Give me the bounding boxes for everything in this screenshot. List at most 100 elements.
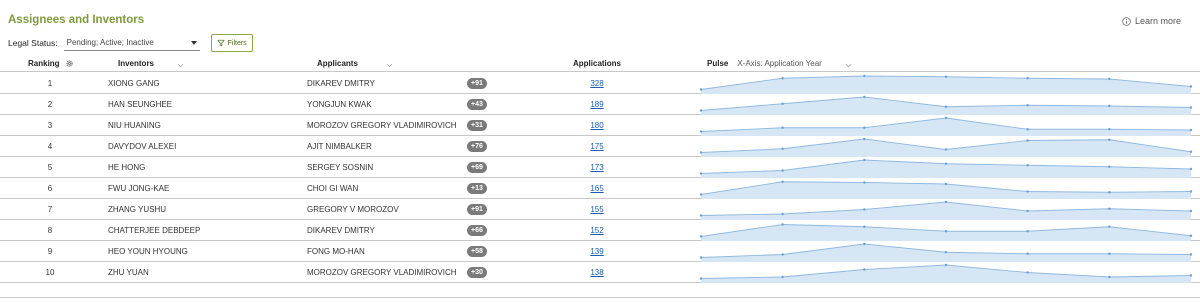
pulse-point bbox=[781, 212, 784, 216]
pulse-sparkline bbox=[698, 116, 1194, 136]
applicant-cell: FONG MO-HAN bbox=[307, 247, 365, 256]
column-ranking[interactable]: Ranking bbox=[28, 59, 74, 68]
pulse-point bbox=[781, 223, 784, 226]
inventor-cell: DAVYDOV ALEXEI bbox=[108, 142, 177, 151]
applicant-count-badge[interactable]: +69 bbox=[467, 162, 487, 173]
pulse-area bbox=[701, 224, 1191, 241]
table-row: 2 HAN SEUNGHEE YONGJUN KWAK +43 189 bbox=[0, 94, 1200, 115]
applicant-count-badge[interactable]: +13 bbox=[467, 183, 487, 194]
pulse-point bbox=[699, 277, 703, 280]
inventor-cell: FWU JONG-KAE bbox=[108, 184, 170, 193]
section-title: Assignees and Inventors bbox=[8, 14, 145, 26]
pulse-sparkline bbox=[698, 95, 1194, 115]
applicant-count-badge[interactable]: +91 bbox=[467, 204, 487, 215]
applications-link[interactable]: 139 bbox=[577, 247, 617, 256]
pulse-point bbox=[1026, 139, 1029, 142]
inventor-cell: HEO YOUN HYOUNG bbox=[108, 247, 188, 256]
applications-link[interactable]: 173 bbox=[577, 163, 617, 172]
pulse-point bbox=[863, 181, 866, 184]
table-row: 3 NIU HUANING MOROZOV GREGORY VLADIMIROV… bbox=[0, 115, 1200, 136]
pulse-sparkline bbox=[698, 221, 1194, 241]
pulse-point bbox=[863, 126, 866, 129]
info-icon bbox=[1122, 16, 1131, 26]
applicant-count-badge[interactable]: +43 bbox=[467, 99, 487, 110]
pulse-point bbox=[944, 251, 948, 254]
pulse-point bbox=[863, 242, 866, 246]
pulse-point bbox=[863, 95, 866, 99]
pulse-point bbox=[1026, 271, 1029, 274]
applications-link[interactable]: 138 bbox=[577, 268, 617, 277]
applicant-count-badge[interactable]: +30 bbox=[467, 267, 487, 278]
table-row: 6 FWU JONG-KAE CHOI GI WAN +13 165 bbox=[0, 178, 1200, 199]
pulse-svg bbox=[699, 74, 1193, 94]
gear-icon[interactable] bbox=[65, 59, 74, 68]
rank-cell: 3 bbox=[47, 121, 53, 130]
pulse-point bbox=[1026, 252, 1029, 255]
pulse-svg bbox=[699, 223, 1193, 241]
pulse-area bbox=[701, 139, 1191, 157]
pulse-point bbox=[1026, 104, 1029, 107]
applications-link[interactable]: 189 bbox=[577, 100, 617, 109]
applications-link[interactable]: 175 bbox=[577, 142, 617, 151]
inventor-cell: CHATTERJEE DEBDEEP bbox=[108, 226, 201, 235]
pulse-svg bbox=[699, 263, 1193, 283]
legal-status-select[interactable]: Pending; Active; Inactive bbox=[63, 35, 200, 51]
applications-link[interactable]: 152 bbox=[577, 226, 617, 235]
pulse-svg bbox=[699, 95, 1193, 115]
filters-button[interactable]: Filters bbox=[210, 34, 253, 52]
applicant-count-badge[interactable]: +58 bbox=[467, 246, 487, 257]
column-pulse[interactable]: Pulse X-Axis: Application Year bbox=[707, 59, 852, 68]
pulse-svg bbox=[699, 180, 1193, 199]
applicant-count-badge[interactable]: +66 bbox=[467, 225, 487, 236]
column-applications[interactable]: Applications bbox=[573, 59, 621, 68]
pulse-sparkline bbox=[698, 200, 1194, 220]
column-applicants[interactable]: Applicants bbox=[317, 59, 393, 68]
pulse-point bbox=[781, 126, 784, 129]
pulse-svg bbox=[699, 116, 1193, 136]
pulse-point bbox=[1026, 209, 1029, 213]
table-row: 5 HE HONG SERGEY SOSNIN +69 173 bbox=[0, 157, 1200, 178]
pulse-point bbox=[863, 208, 866, 211]
applicant-count-badge[interactable]: +91 bbox=[467, 78, 487, 89]
column-ranking-label: Ranking bbox=[28, 59, 60, 68]
table-header: Ranking Inventors Applicants Application… bbox=[0, 58, 1200, 72]
pulse-sparkline bbox=[698, 137, 1194, 157]
pulse-area bbox=[701, 118, 1191, 136]
pulse-point bbox=[1108, 252, 1111, 255]
pulse-point bbox=[1026, 128, 1029, 131]
pulse-point bbox=[781, 77, 784, 80]
rank-cell: 8 bbox=[47, 226, 53, 235]
pulse-point bbox=[944, 116, 948, 120]
learn-more-link[interactable]: Learn more bbox=[1122, 16, 1181, 26]
chevron-down-icon[interactable] bbox=[845, 61, 852, 67]
pulse-point bbox=[699, 235, 703, 238]
applications-link[interactable]: 180 bbox=[577, 121, 617, 130]
pulse-point bbox=[1108, 191, 1111, 194]
pulse-point bbox=[1026, 164, 1029, 167]
pulse-point bbox=[944, 148, 948, 151]
pulse-point bbox=[781, 180, 784, 183]
applicant-count-badge[interactable]: +76 bbox=[467, 141, 487, 152]
pulse-point bbox=[863, 268, 866, 271]
applications-link[interactable]: 165 bbox=[577, 184, 617, 193]
applications-link[interactable]: 328 bbox=[577, 79, 617, 88]
column-pulse-label: Pulse bbox=[707, 59, 729, 68]
inventor-cell: XIONG GANG bbox=[108, 79, 160, 88]
applicant-count-badge[interactable]: +31 bbox=[467, 120, 487, 131]
pulse-point bbox=[1189, 167, 1193, 171]
pulse-point bbox=[699, 88, 703, 91]
column-inventors[interactable]: Inventors bbox=[118, 59, 184, 68]
pulse-sparkline bbox=[698, 242, 1194, 262]
pulse-point bbox=[944, 105, 948, 108]
filters-button-label: Filters bbox=[227, 39, 247, 47]
applicant-cell: MOROZOV GREGORY VLADIMIROVICH bbox=[307, 268, 457, 277]
pulse-point bbox=[1026, 230, 1029, 233]
pulse-sparkline bbox=[698, 158, 1194, 178]
chevron-down-icon bbox=[177, 61, 184, 67]
applications-link[interactable]: 155 bbox=[577, 205, 617, 214]
pulse-sparkline bbox=[698, 263, 1194, 283]
pulse-point bbox=[781, 253, 784, 256]
pulse-area bbox=[701, 202, 1191, 220]
pulse-axis-select[interactable]: X-Axis: Application Year bbox=[737, 59, 822, 68]
column-applications-label: Applications bbox=[573, 59, 622, 68]
